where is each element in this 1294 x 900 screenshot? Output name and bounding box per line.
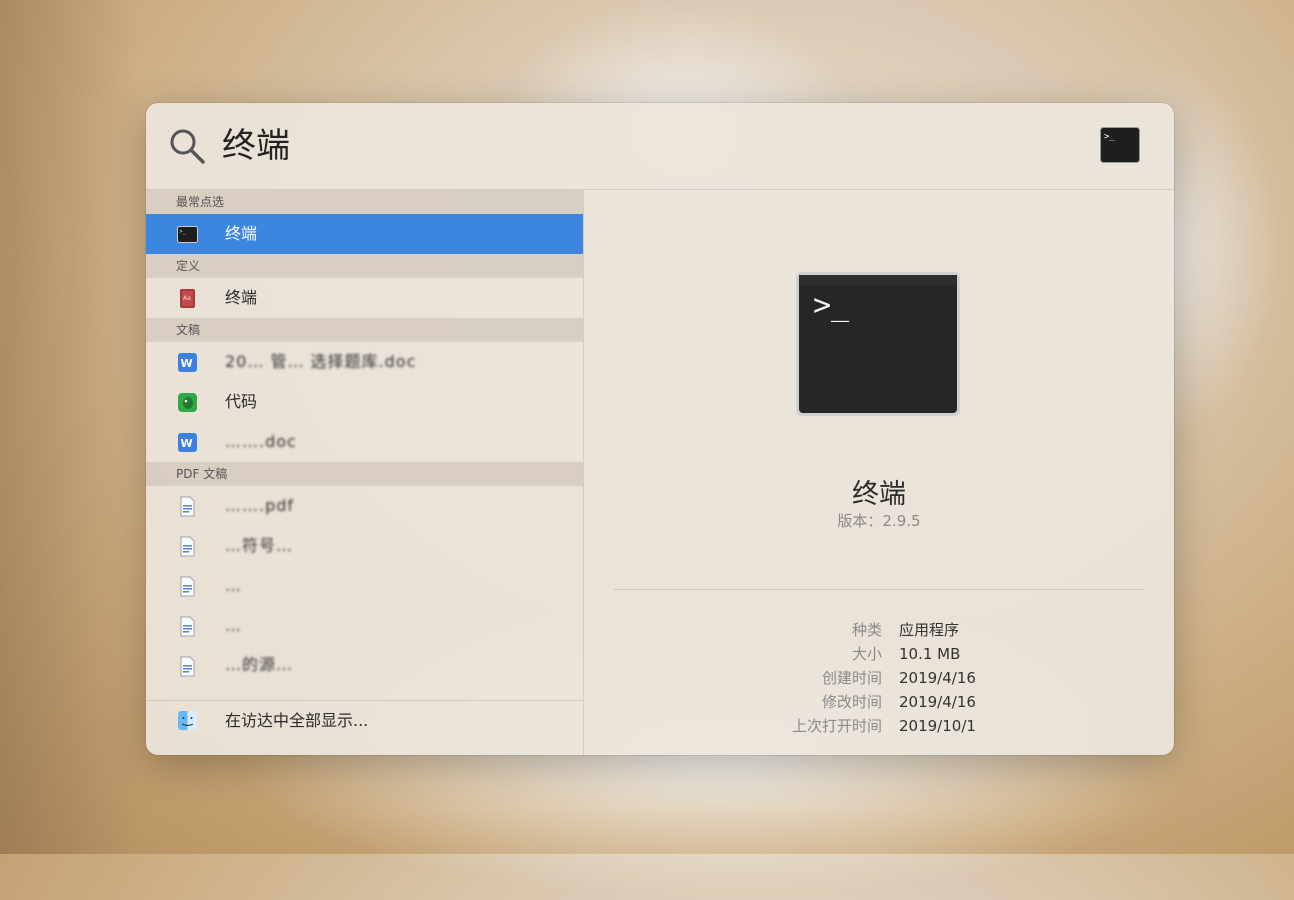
detail-key: 种类: [851, 621, 882, 639]
detail-key: 上次打开时间: [791, 717, 882, 735]
terminal-icon: >_: [1100, 127, 1140, 163]
detail-value: 2019/4/16: [899, 693, 976, 711]
result-item-pdf[interactable]: …符号…: [146, 526, 583, 566]
result-label: 代码: [225, 392, 258, 411]
desktop-wallpaper-shade: [0, 0, 140, 854]
preview-pane: >_ 终端 版本：2.9.5 种类 应用程序 大小 10.1 MB 创建时间 2…: [584, 190, 1174, 755]
detail-value: 2019/4/16: [899, 669, 976, 687]
result-item-terminal[interactable]: >_ 终端: [146, 214, 583, 254]
dictionary-icon: Aa: [180, 289, 195, 308]
detail-row-last-opened: 上次打开时间 2019/10/1: [584, 714, 1174, 738]
section-header-documents: 文稿: [146, 318, 583, 342]
result-label: …: [225, 576, 242, 595]
svg-text:>_: >_: [180, 229, 187, 235]
detail-key: 创建时间: [821, 669, 882, 687]
result-item-document[interactable]: W …….doc: [146, 422, 583, 462]
result-label: 20… 管… 选择题库.doc: [225, 352, 417, 371]
word-doc-icon: W: [178, 433, 197, 452]
result-item-pdf[interactable]: …….pdf: [146, 486, 583, 526]
result-item-definition[interactable]: Aa 终端: [146, 278, 583, 318]
detail-value: 2019/10/1: [899, 717, 976, 735]
search-input[interactable]: [222, 117, 1042, 175]
app-version: 版本：2.9.5: [837, 512, 921, 530]
result-label: …….pdf: [225, 496, 295, 515]
section-header-definition: 定义: [146, 254, 583, 278]
svg-text:Aa: Aa: [183, 295, 191, 302]
svg-text:W: W: [181, 437, 193, 450]
result-label: …符号…: [225, 536, 294, 555]
section-header-pdf: PDF 文稿: [146, 462, 583, 486]
spotlight-window: >_ 最常点选 >_ 终端 定义 Aa 终端 文稿 W 2: [146, 103, 1174, 755]
pdf-file-icon: [180, 576, 195, 597]
detail-row-kind: 种类 应用程序: [584, 618, 1174, 642]
show-all-in-finder-label: 在访达中全部显示...: [225, 711, 369, 730]
result-label: …的源…: [225, 655, 294, 674]
detail-value: 10.1 MB: [899, 645, 961, 663]
result-item-pdf[interactable]: …: [146, 606, 583, 646]
detail-row-modified: 修改时间 2019/4/16: [584, 690, 1174, 714]
result-label: 终端: [225, 224, 258, 243]
result-label: 终端: [225, 288, 258, 307]
result-item-document[interactable]: 代码: [146, 382, 583, 422]
detail-key: 大小: [851, 645, 882, 663]
result-label: …: [225, 616, 242, 635]
terminal-icon: >_: [796, 272, 960, 416]
results-list: 最常点选 >_ 终端 定义 Aa 终端 文稿 W 20… 管… 选择题库.doc: [146, 190, 584, 755]
detail-value: 应用程序: [899, 621, 960, 639]
evernote-icon: [178, 393, 197, 412]
detail-key: 修改时间: [821, 693, 882, 711]
terminal-icon: >_: [177, 226, 198, 243]
pdf-file-icon: [180, 536, 195, 557]
section-header-top-hits: 最常点选: [146, 190, 583, 214]
finder-icon: [178, 711, 197, 730]
svg-text:>_: >_: [1104, 132, 1115, 142]
detail-row-size: 大小 10.1 MB: [584, 642, 1174, 666]
app-name: 终端: [852, 479, 906, 510]
result-label: …….doc: [225, 432, 297, 451]
app-details: 种类 应用程序 大小 10.1 MB 创建时间 2019/4/16 修改时间 2…: [584, 618, 1174, 738]
word-doc-icon: W: [178, 353, 197, 372]
result-item-document[interactable]: W 20… 管… 选择题库.doc: [146, 342, 583, 382]
svg-text:W: W: [181, 357, 193, 370]
svg-text:>_: >_: [813, 288, 850, 323]
show-all-in-finder-button[interactable]: 在访达中全部显示...: [146, 700, 583, 755]
search-bar: >_: [146, 103, 1174, 190]
divider: [614, 589, 1144, 590]
result-item-pdf[interactable]: …的源…: [146, 646, 583, 684]
search-icon: [170, 129, 205, 164]
pdf-file-icon: [180, 656, 195, 677]
result-item-pdf[interactable]: …: [146, 566, 583, 606]
pdf-file-icon: [180, 496, 195, 517]
pdf-file-icon: [180, 616, 195, 637]
detail-row-created: 创建时间 2019/4/16: [584, 666, 1174, 690]
